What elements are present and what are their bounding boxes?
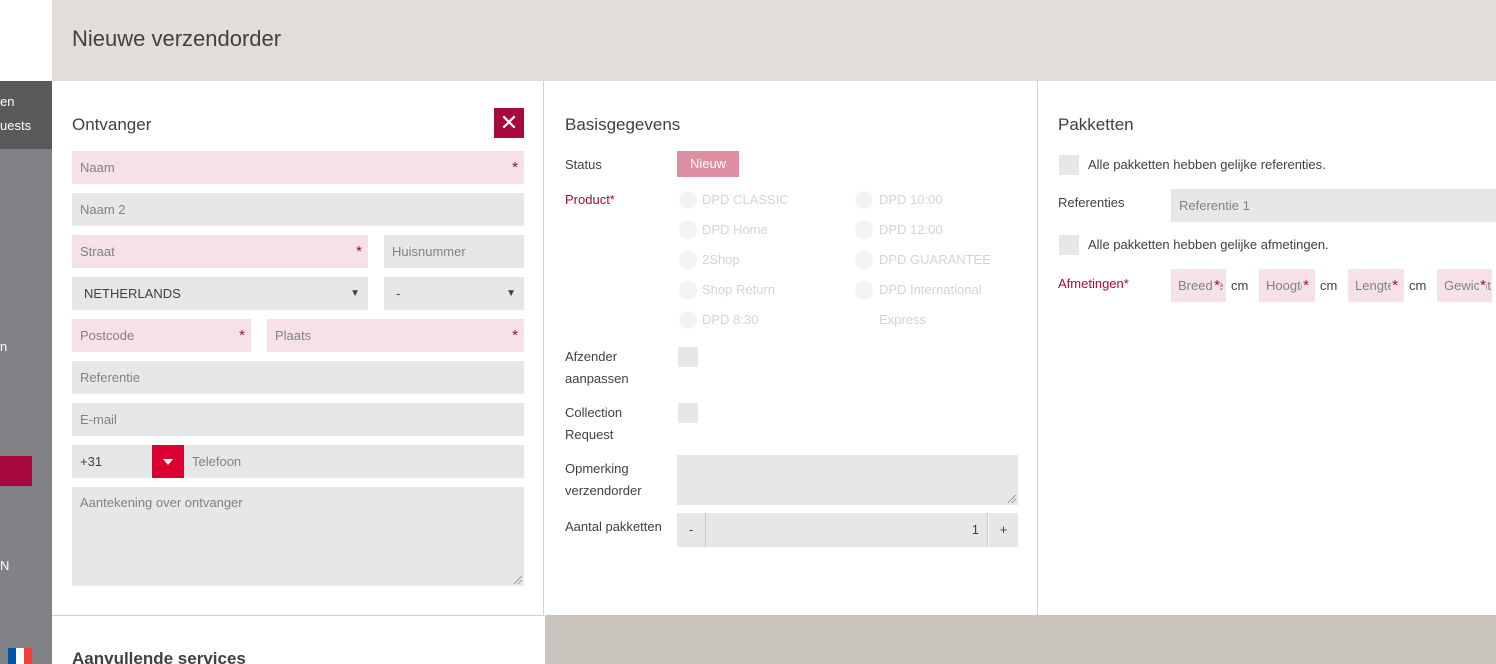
plaats-field[interactable]: Plaats * xyxy=(267,319,524,352)
gewicht-field[interactable]: Gewicht * xyxy=(1437,269,1492,302)
hoogte-field[interactable]: Hoogte * xyxy=(1259,269,1315,302)
state-select[interactable]: - ▼ xyxy=(384,277,524,310)
collection-label: Collection xyxy=(565,405,623,420)
opmerking-textarea[interactable] xyxy=(677,455,1018,505)
gelijke-referenties-label: Alle pakketten hebben gelijke referentie… xyxy=(1088,157,1326,172)
resize-handle-icon[interactable] xyxy=(514,576,522,584)
sidebar: en uests n N xyxy=(0,0,52,664)
ontvanger-panel: Ontvanger ✕ Naam * Naam 2 Straat * Huisnum… xyxy=(52,81,544,615)
product-radio-2shop[interactable] xyxy=(679,251,697,269)
telefoon-field[interactable]: Telefoon xyxy=(184,445,524,478)
huisnummer-field[interactable]: Huisnummer xyxy=(384,235,524,268)
french-flag-icon[interactable] xyxy=(8,648,32,664)
aantal-pakketten-label: Aantal pakketten xyxy=(565,519,662,534)
sidebar-item-label[interactable]: n xyxy=(0,339,52,354)
ontvanger-title: Ontvanger xyxy=(72,115,152,134)
status-badge: Nieuw xyxy=(677,151,739,177)
afmetingen-label: Afmetingen* xyxy=(1058,276,1129,291)
breedte-field[interactable]: Breedte * xyxy=(1171,269,1226,302)
naam2-field[interactable]: Naam 2 xyxy=(72,193,524,226)
product-option-label[interactable]: DPD 10:00 xyxy=(879,192,943,207)
referentie-field[interactable]: Referentie xyxy=(72,361,524,394)
breedte-unit: cm xyxy=(1231,278,1249,293)
naam-field[interactable]: Naam * xyxy=(72,151,524,184)
sidebar-active-item[interactable]: en uests xyxy=(0,81,52,149)
sidebar-red-button[interactable] xyxy=(0,456,32,486)
product-radio-dpd-10-00[interactable] xyxy=(855,191,873,209)
increment-button[interactable]: + xyxy=(989,513,1018,547)
product-radio-dpd-home[interactable] xyxy=(679,221,697,239)
straat-field[interactable]: Straat * xyxy=(72,235,368,268)
product-option-label[interactable]: Express xyxy=(879,312,926,327)
product-option-label[interactable]: DPD 12:00 xyxy=(879,222,943,237)
referenties-label: Referenties xyxy=(1058,195,1125,210)
status-label: Status xyxy=(565,157,602,172)
email-field[interactable]: E-mail xyxy=(72,403,524,436)
referentie-1-field[interactable]: Referentie 1 xyxy=(1171,189,1496,222)
pakketten-panel: Pakketten Alle pakketten hebben gelijke … xyxy=(1039,81,1496,615)
product-radio-dpd-international[interactable] xyxy=(855,281,873,299)
product-radio-dpd-8-30[interactable] xyxy=(679,311,697,329)
gelijke-afmetingen-label: Alle pakketten hebben gelijke afmetingen… xyxy=(1088,237,1329,252)
aanvullende-services-panel: Aanvullende services xyxy=(52,615,544,664)
product-option-label[interactable]: DPD International xyxy=(879,282,982,297)
basisgegevens-panel: Basisgegevens Status Nieuw Product* Afze… xyxy=(545,81,1038,615)
gelijke-referenties-checkbox[interactable] xyxy=(1059,155,1079,175)
product-label: Product* xyxy=(565,192,615,207)
aanvullende-services-title: Aanvullende services xyxy=(72,649,246,664)
lengte-field[interactable]: Lengte * xyxy=(1348,269,1404,302)
product-option-label[interactable]: DPD 8:30 xyxy=(702,312,758,327)
postcode-field[interactable]: Postcode * xyxy=(72,319,251,352)
aantekening-textarea[interactable]: Aantekening over ontvanger xyxy=(72,487,524,586)
resize-handle-icon[interactable] xyxy=(1008,495,1016,503)
chevron-down-icon: ▼ xyxy=(350,288,360,299)
phone-prefix-field[interactable]: +31 xyxy=(72,445,152,478)
phone-prefix-dropdown-icon[interactable] xyxy=(152,445,184,478)
product-option-label[interactable]: 2Shop xyxy=(702,252,740,267)
collection-label: Request xyxy=(565,427,614,442)
opmerking-label: Opmerking xyxy=(565,461,629,476)
sidebar-item-label: uests xyxy=(0,118,32,133)
product-option-label[interactable]: DPD Home xyxy=(702,222,768,237)
afzender-label: Afzender xyxy=(565,349,618,364)
pakketten-title: Pakketten xyxy=(1058,115,1134,134)
product-radio-dpd-classic[interactable] xyxy=(679,191,697,209)
aantal-pakketten-input[interactable]: 1 xyxy=(705,513,988,547)
chevron-down-icon: ▼ xyxy=(506,288,516,299)
opmerking-label: verzendorder xyxy=(565,483,642,498)
close-icon[interactable]: ✕ xyxy=(494,108,524,138)
product-radio-dpd-12-00[interactable] xyxy=(855,221,873,239)
country-select[interactable]: NETHERLANDS ▼ xyxy=(72,277,368,310)
product-radio-shop-return[interactable] xyxy=(679,281,697,299)
afzender-checkbox[interactable] xyxy=(678,347,698,367)
afzender-label: aanpassen xyxy=(565,371,629,386)
page-title: Nieuwe verzendorder xyxy=(72,26,282,51)
collection-checkbox[interactable] xyxy=(678,403,698,423)
product-radio-dpd-guarantee[interactable] xyxy=(855,251,873,269)
hoogte-unit: cm xyxy=(1320,278,1338,293)
sidebar-item-label[interactable]: N xyxy=(0,558,52,573)
product-option-label[interactable]: DPD GUARANTEE xyxy=(879,252,991,267)
product-option-label[interactable]: Shop Return xyxy=(702,282,775,297)
product-option-label[interactable]: DPD CLASSIC xyxy=(702,192,789,207)
sidebar-item-label: en xyxy=(0,94,15,109)
page-header: Nieuwe verzendorder xyxy=(52,0,1496,81)
sidebar-logo-area xyxy=(0,0,52,81)
decrement-button[interactable]: - xyxy=(677,513,705,547)
basisgegevens-title: Basisgegevens xyxy=(565,115,681,134)
bottom-panel-background xyxy=(545,615,1496,664)
lengte-unit: cm xyxy=(1409,278,1427,293)
gelijke-afmetingen-checkbox[interactable] xyxy=(1059,235,1079,255)
